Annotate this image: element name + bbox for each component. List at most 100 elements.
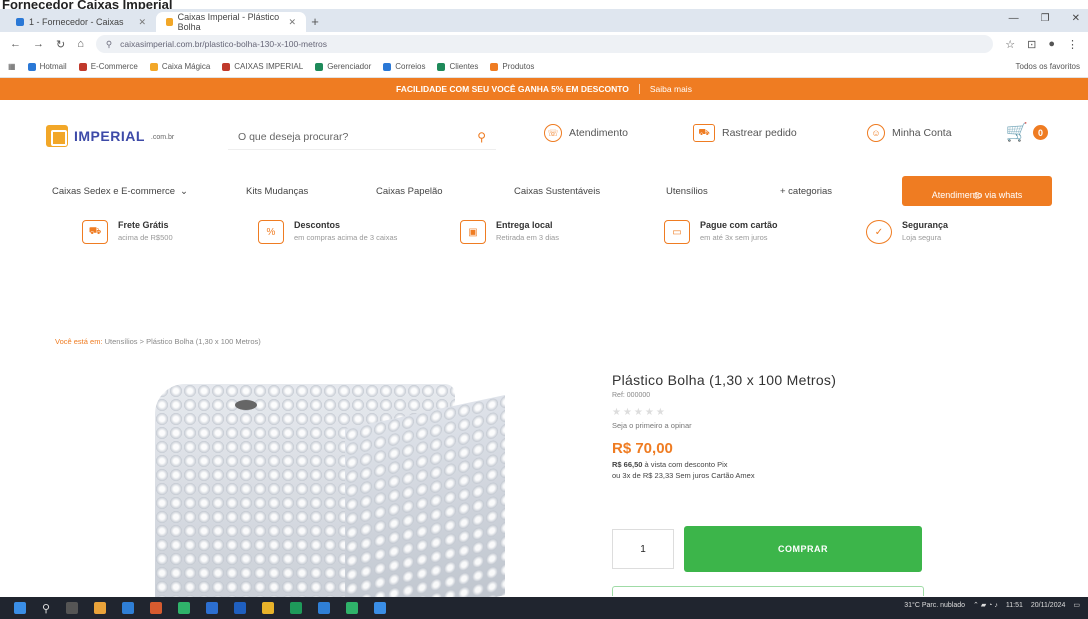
- nav-item[interactable]: Caixas Sedex e E-commerce: [52, 186, 175, 197]
- close-tab-icon[interactable]: ✕: [138, 17, 146, 28]
- tab-label: 1 - Fornecedor - Caixas: [29, 17, 124, 27]
- app-icon[interactable]: [122, 602, 135, 614]
- bookmark-favicon-icon: [78, 62, 87, 71]
- extensions-icon[interactable]: ⊡: [1027, 38, 1036, 51]
- home-icon[interactable]: ⌂: [77, 38, 84, 50]
- breadcrumb-path[interactable]: Utensílios > Plástico Bolha (1,30 x 100 …: [105, 337, 261, 346]
- product-info: Plástico Bolha (1,30 x 100 Metros) Ref: …: [612, 372, 932, 480]
- bookmark-item[interactable]: Correios: [383, 62, 425, 71]
- benefit-item: ✓ Segurança Loja segura: [866, 220, 948, 244]
- bookmark-favicon-icon: [383, 62, 392, 71]
- browser-tab-bar: 1 - Fornecedor - Caixas ✕ Caixas Imperia…: [0, 9, 1088, 32]
- account-link[interactable]: ☺ Minha Conta: [867, 124, 952, 142]
- browser-tab[interactable]: 1 - Fornecedor - Caixas ✕: [6, 12, 156, 32]
- search-icon[interactable]: ⚲: [42, 602, 50, 615]
- atendimento-link[interactable]: ☏ Atendimento: [544, 124, 628, 142]
- bookmark-item[interactable]: Hotmail: [27, 62, 67, 71]
- promo-link[interactable]: Saiba mais: [638, 84, 692, 94]
- nav-item[interactable]: Utensílios: [666, 186, 708, 197]
- search-placeholder: O que deseja procurar?: [238, 130, 349, 143]
- bookmark-item[interactable]: E-Commerce: [78, 62, 138, 71]
- roll-core: [235, 400, 257, 410]
- nav-item[interactable]: Kits Mudanças: [246, 186, 308, 197]
- breadcrumb: Você está em: Utensílios > Plástico Bolh…: [55, 337, 261, 346]
- app-icon[interactable]: [150, 602, 163, 614]
- notification-icon[interactable]: ▭: [1073, 601, 1080, 609]
- breadcrumb-home[interactable]: Você está em:: [55, 337, 103, 346]
- bookmark-item[interactable]: Caixa Mágica: [149, 62, 210, 71]
- app-icon[interactable]: [206, 602, 219, 614]
- truck-icon: ⛟: [82, 220, 108, 244]
- forward-icon[interactable]: →: [33, 38, 44, 50]
- clock-date[interactable]: 20/11/2024: [1031, 602, 1066, 609]
- other-bookmarks[interactable]: Todos os favoritos: [1016, 62, 1080, 71]
- maximize-icon[interactable]: ❐: [1041, 13, 1050, 24]
- menu-icon[interactable]: ⋮: [1067, 38, 1078, 51]
- new-tab-button[interactable]: +: [306, 12, 324, 32]
- app-icon[interactable]: [374, 602, 387, 614]
- product-sku: Ref: 000000: [612, 392, 651, 399]
- back-icon[interactable]: ←: [10, 38, 21, 50]
- rating-stars-icon[interactable]: ★★★★★: [612, 407, 932, 418]
- file-explorer-icon[interactable]: [94, 602, 107, 614]
- chrome-icon[interactable]: [262, 602, 275, 614]
- bookmark-item[interactable]: Clientes: [437, 62, 478, 71]
- nav-item[interactable]: + categorias: [780, 186, 832, 197]
- close-window-icon[interactable]: ✕: [1072, 13, 1080, 24]
- url-text: caixasimperial.com.br/plastico-bolha-130…: [120, 39, 328, 49]
- box-logo-icon: [46, 125, 68, 147]
- excel-icon[interactable]: [290, 602, 303, 614]
- whatsapp-support-button[interactable]: ◎ Atendimento via whats: [902, 176, 1052, 206]
- url-field[interactable]: ⚲ caixasimperial.com.br/plastico-bolha-1…: [95, 35, 994, 53]
- bookmark-star-icon[interactable]: ☆: [1005, 38, 1015, 51]
- minimize-icon[interactable]: —: [1009, 13, 1019, 24]
- app-icon[interactable]: [346, 602, 359, 614]
- site-logo[interactable]: IMPERIAL .com.br: [46, 125, 216, 147]
- pix-price-line: R$ 66,50 à vista com desconto Pix: [612, 460, 728, 469]
- bookmark-favicon-icon: [27, 62, 36, 71]
- benefit-item: ⛟ Frete Grátis acima de R$500: [82, 220, 173, 244]
- browser-tab-active[interactable]: Caixas Imperial - Plástico Bolha ✕: [156, 12, 306, 32]
- app-icon[interactable]: [318, 602, 331, 614]
- cart-icon: 🛒: [1005, 122, 1028, 142]
- clock-time[interactable]: 11:51: [1006, 602, 1023, 609]
- site-info-icon[interactable]: ⚲: [106, 39, 112, 50]
- product-price: R$ 70,00: [612, 440, 673, 457]
- start-icon[interactable]: [14, 602, 26, 614]
- bookmark-favicon-icon: [222, 62, 231, 71]
- profile-icon[interactable]: ●: [1048, 38, 1055, 50]
- bookmark-item[interactable]: CAIXAS IMPERIAL: [222, 62, 303, 71]
- tab-favicon-icon: [16, 18, 24, 26]
- cart-button[interactable]: 🛒 0: [1006, 122, 1048, 143]
- window-caption: Fornecedor Caixas Imperial: [0, 0, 1088, 9]
- percent-icon: %: [258, 220, 284, 244]
- apps-icon[interactable]: ▦: [8, 62, 16, 71]
- weather-text[interactable]: 31°C Parc. nublado: [904, 602, 965, 609]
- user-icon: ☺: [867, 124, 885, 142]
- bookmark-favicon-icon: [437, 62, 446, 71]
- close-tab-icon[interactable]: ✕: [288, 17, 296, 28]
- buy-button[interactable]: COMPRAR: [684, 526, 922, 572]
- search-input[interactable]: O que deseja procurar? ⚲: [228, 124, 496, 150]
- rating-text[interactable]: Seja o primeiro a opinar: [612, 421, 932, 430]
- quantity-stepper[interactable]: 1: [612, 529, 674, 569]
- secondary-button-edge[interactable]: [612, 586, 924, 596]
- headset-icon: ☏: [544, 124, 562, 142]
- product-image[interactable]: [110, 372, 570, 597]
- reload-icon[interactable]: ↻: [56, 38, 65, 51]
- tray-icons[interactable]: ⌃ ▰ ◔ ♪: [973, 601, 998, 609]
- search-icon[interactable]: ⚲: [477, 130, 486, 144]
- bookmark-item[interactable]: Gerenciador: [315, 62, 371, 71]
- shield-icon: ✓: [866, 220, 892, 244]
- bookmark-item[interactable]: Produtos: [490, 62, 534, 71]
- truck-icon: ⛟: [693, 124, 715, 142]
- installments-text: ou 3x de R$ 23,33 Sem juros Cartão Amex: [612, 471, 755, 480]
- nav-item[interactable]: Caixas Papelão: [376, 186, 443, 197]
- app-icon[interactable]: [178, 602, 191, 614]
- task-view-icon[interactable]: [66, 602, 79, 614]
- nav-item[interactable]: Caixas Sustentáveis: [514, 186, 600, 197]
- track-order-link[interactable]: ⛟ Rastrear pedido: [693, 124, 797, 142]
- purchase-row: 1 COMPRAR: [612, 526, 922, 572]
- word-icon[interactable]: [234, 602, 247, 614]
- box-icon: ▣: [460, 220, 486, 244]
